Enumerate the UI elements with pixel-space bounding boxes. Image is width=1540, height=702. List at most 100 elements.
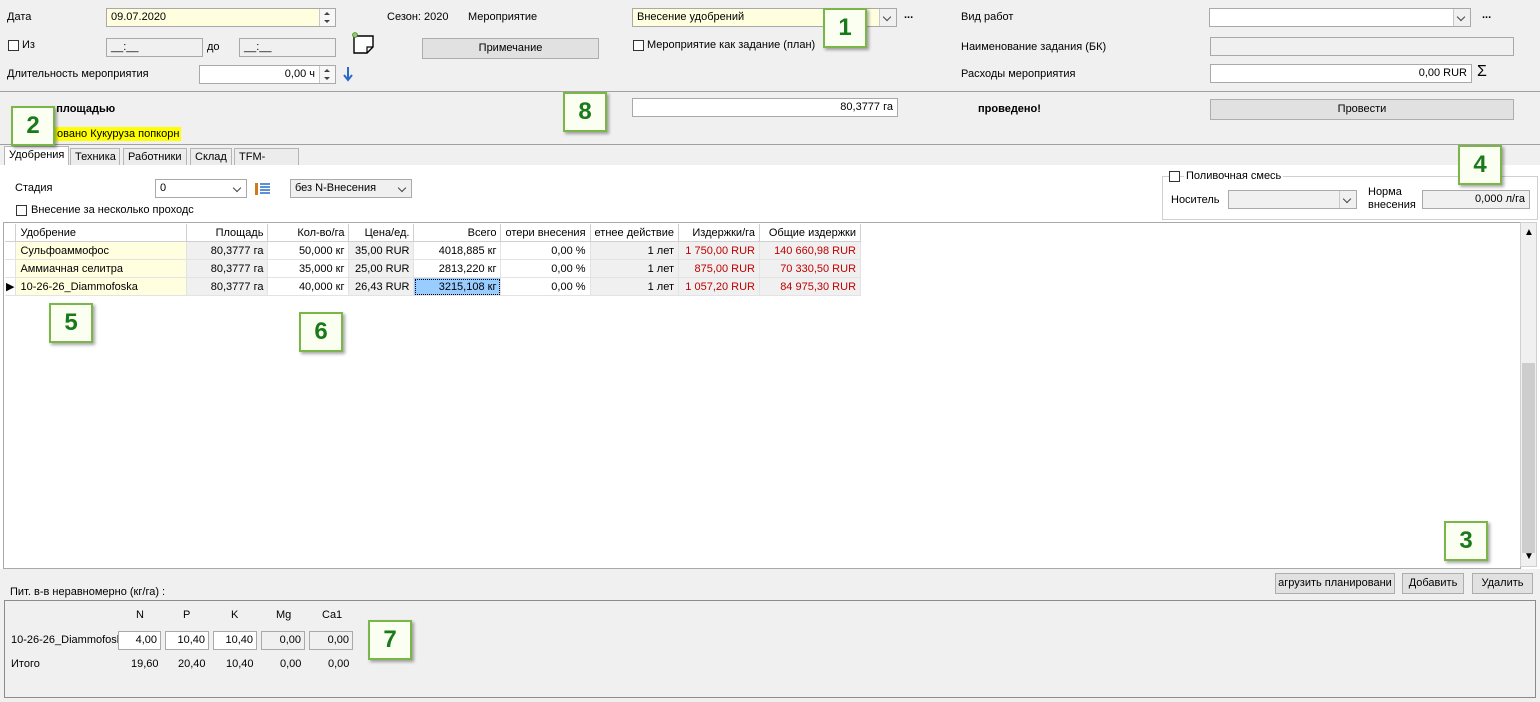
cell-area: 80,3777 га bbox=[186, 241, 269, 260]
stage-select[interactable]: 0 bbox=[155, 179, 247, 198]
scroll-down-icon[interactable]: ▼ bbox=[1524, 551, 1534, 562]
table-row[interactable]: Сульфоаммофос 80,3777 га 50,000 кг 35,00… bbox=[5, 241, 862, 260]
cell-qty-per-ha[interactable]: 35,000 кг bbox=[267, 259, 350, 278]
current-row-arrow-icon[interactable]: ▶ bbox=[5, 277, 17, 296]
col-header-cost-per-ha[interactable]: Издержки/га bbox=[678, 224, 761, 242]
row-indicator-header bbox=[5, 224, 17, 242]
cell-price: 26,43 RUR bbox=[348, 277, 415, 296]
cell-fertilizer[interactable]: Аммиачная селитра bbox=[15, 259, 188, 278]
duration-spinner[interactable] bbox=[319, 66, 335, 83]
duration-label: Длительность мероприятия bbox=[7, 68, 149, 80]
event-dropdown-button[interactable] bbox=[879, 9, 896, 26]
nutrient-n-field[interactable]: 4,00 bbox=[118, 631, 161, 650]
grid-scrollbar[interactable]: ▲ ▼ bbox=[1520, 222, 1537, 567]
work-type-dropdown-button[interactable] bbox=[1453, 9, 1470, 26]
cell-area: 80,3777 га bbox=[186, 259, 269, 278]
cell-losses[interactable]: 0,00 % bbox=[500, 259, 591, 278]
cell-total-cost: 140 660,98 RUR bbox=[759, 241, 862, 260]
date-field[interactable]: 09.07.2020 bbox=[106, 8, 336, 27]
as-task-checkbox[interactable] bbox=[633, 40, 644, 51]
add-button[interactable]: Добавить bbox=[1402, 573, 1464, 594]
tab-machinery[interactable]: Техника bbox=[70, 148, 120, 165]
nutrient-total-n: 19,60 bbox=[131, 658, 159, 670]
scroll-up-icon[interactable]: ▲ bbox=[1524, 227, 1534, 238]
tab-warehouse[interactable]: Склад bbox=[190, 148, 232, 165]
stage-dropdown-button[interactable] bbox=[230, 180, 246, 197]
date-value: 09.07.2020 bbox=[111, 11, 167, 23]
load-plan-button[interactable]: агрузить планировани bbox=[1275, 573, 1395, 594]
season-label: Сезон: 2020 bbox=[387, 11, 449, 23]
done-text: проведено! bbox=[978, 103, 1041, 115]
planned-highlight: овано Кукуруза попкорн bbox=[55, 127, 182, 141]
nutrient-p-field[interactable]: 10,40 bbox=[165, 631, 209, 650]
col-header-fertilizer[interactable]: Удобрение bbox=[15, 224, 188, 242]
date-spinner[interactable] bbox=[319, 9, 335, 26]
nutrient-mg-field[interactable]: 0,00 bbox=[261, 631, 305, 650]
callout-7: 7 bbox=[368, 620, 412, 660]
cell-total[interactable]: 4018,885 кг bbox=[413, 241, 502, 260]
task-name-field[interactable] bbox=[1210, 37, 1514, 56]
col-header-price[interactable]: Цена/ед. bbox=[348, 224, 415, 242]
tab-workers[interactable]: Работники bbox=[123, 148, 187, 165]
cell-qty-per-ha[interactable]: 50,000 кг bbox=[267, 241, 350, 260]
arrow-down-icon[interactable] bbox=[343, 66, 353, 82]
nutrient-total-mg: 0,00 bbox=[280, 658, 302, 670]
rate-field[interactable]: 0,000 л/га bbox=[1422, 190, 1530, 209]
row-indicator[interactable] bbox=[5, 259, 17, 278]
duration-value: 0,00 ч bbox=[284, 68, 315, 80]
col-header-total[interactable]: Всего bbox=[413, 224, 502, 242]
nutrient-k-field[interactable]: 10,40 bbox=[213, 631, 257, 650]
sticky-note-icon[interactable] bbox=[352, 32, 376, 56]
multi-pass-checkbox[interactable] bbox=[16, 205, 27, 216]
nutrient-total-k: 10,40 bbox=[226, 658, 254, 670]
irrigation-checkbox[interactable] bbox=[1169, 171, 1180, 182]
delete-button[interactable]: Удалить bbox=[1472, 573, 1533, 594]
cell-fertilizer[interactable]: 10-26-26_Diammofoska bbox=[15, 277, 188, 296]
col-header-area[interactable]: Площадь bbox=[186, 224, 269, 242]
sigma-icon[interactable]: Σ bbox=[1477, 63, 1487, 81]
expenses-field[interactable]: 0,00 RUR bbox=[1210, 64, 1472, 83]
mode-dropdown-button[interactable] bbox=[395, 180, 411, 197]
cell-total[interactable]: 2813,220 кг bbox=[413, 259, 502, 278]
table-row[interactable]: Аммиачная селитра 80,3777 га 35,000 кг 2… bbox=[5, 259, 862, 278]
col-header-total-cost[interactable]: Общие издержки bbox=[759, 224, 862, 242]
mode-select[interactable]: без N-Внесения bbox=[290, 179, 412, 198]
cell-qty-per-ha[interactable]: 40,000 кг bbox=[267, 277, 350, 296]
tab-tfm-cards[interactable]: TFM-карты bbox=[234, 148, 299, 179]
grid-header-row: Удобрение Площадь Кол-во/га Цена/ед. Все… bbox=[5, 224, 862, 242]
cell-total-selected[interactable]: 3215,108 кг bbox=[413, 277, 502, 296]
carrier-dropdown-button[interactable] bbox=[1339, 191, 1356, 208]
cell-losses[interactable]: 0,00 % bbox=[500, 277, 591, 296]
scroll-thumb[interactable] bbox=[1522, 363, 1535, 553]
cell-losses[interactable]: 0,00 % bbox=[500, 241, 591, 260]
col-header-aftereffect[interactable]: етнее действие bbox=[590, 224, 680, 242]
nutrient-header-p: P bbox=[183, 609, 191, 621]
conduct-button[interactable]: Провести bbox=[1210, 99, 1514, 120]
event-more-button[interactable]: ... bbox=[904, 9, 913, 21]
nutrient-ca-field[interactable]: 0,00 bbox=[309, 631, 353, 650]
list-edit-icon[interactable] bbox=[253, 180, 271, 198]
cell-cost-per-ha: 1 057,20 RUR bbox=[678, 277, 761, 296]
carrier-select[interactable] bbox=[1228, 190, 1357, 209]
callout-8: 8 bbox=[563, 92, 607, 132]
work-type-more-button[interactable]: ... bbox=[1482, 9, 1491, 21]
work-type-select[interactable] bbox=[1209, 8, 1471, 27]
rate-label-line1: Норма bbox=[1368, 186, 1402, 198]
area-field: 80,3777 га bbox=[632, 98, 898, 117]
note-button[interactable]: Примечание bbox=[422, 38, 599, 59]
col-header-losses[interactable]: отери внесения bbox=[500, 224, 591, 242]
cell-fertilizer[interactable]: Сульфоаммофос bbox=[15, 241, 188, 260]
nutrient-total-p: 20,40 bbox=[178, 658, 206, 670]
col-header-qty-per-ha[interactable]: Кол-во/га bbox=[267, 224, 350, 242]
time-from-field[interactable]: __:__ bbox=[106, 38, 203, 57]
row-indicator[interactable] bbox=[5, 241, 17, 260]
callout-5: 5 bbox=[49, 303, 93, 343]
time-from-checkbox[interactable] bbox=[8, 40, 19, 51]
duration-field[interactable]: 0,00 ч bbox=[199, 65, 336, 84]
cell-total-cost: 70 330,50 RUR bbox=[759, 259, 862, 278]
time-to-field[interactable]: __:__ bbox=[239, 38, 336, 57]
table-row-selected[interactable]: ▶ 10-26-26_Diammofoska 80,3777 га 40,000… bbox=[5, 277, 862, 296]
tab-fertilizers[interactable]: Удобрения bbox=[4, 146, 69, 166]
cell-aftereffect: 1 лет bbox=[590, 259, 680, 278]
time-from-value: __:__ bbox=[111, 41, 139, 53]
